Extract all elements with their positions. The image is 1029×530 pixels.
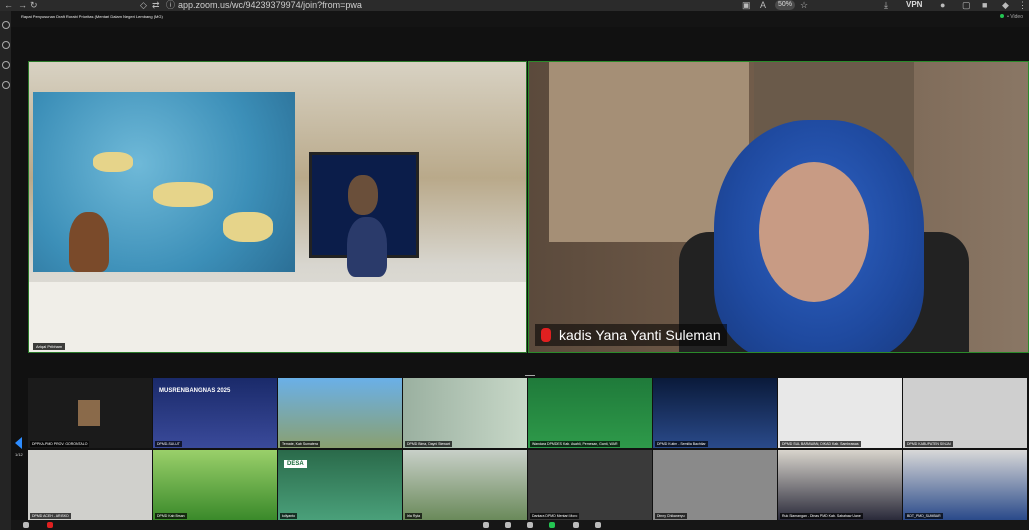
participants-icon[interactable] — [483, 522, 489, 528]
gallery-tile[interactable]: MUSRENBANGNAS 2025 DPMD-SULUT — [153, 378, 277, 448]
puzzle-icon[interactable]: ▢ — [962, 0, 971, 10]
chat-icon[interactable] — [505, 522, 511, 528]
prev-page-icon[interactable] — [15, 437, 22, 449]
meeting-title-bar: Rapat Penyusunan Draft Rorabi Prioritas … — [11, 11, 1029, 27]
zoom-level[interactable]: 50% — [775, 0, 795, 10]
shield-red-icon[interactable]: ◆ — [1002, 0, 1009, 10]
gallery-tile[interactable]: Ruk Slamangan - Dinas PMD Kab. Sabahaw U… — [778, 450, 902, 520]
gallery-grid: DPPKA-PMD PROV. GORONTALO MUSRENBANGNAS … — [28, 378, 1029, 520]
resize-handle[interactable] — [525, 375, 535, 376]
participant-person — [69, 212, 109, 272]
zoom-meeting-window: Rapat Penyusunan Draft Rorabi Prioritas … — [11, 11, 1029, 530]
site-info-icon[interactable]: ⓘ — [166, 0, 175, 10]
reload-icon[interactable]: ↻ — [30, 0, 38, 10]
gallery-tile[interactable]: DPMD ACEH - ARISKD — [28, 450, 152, 520]
gallery-tile[interactable]: Ternate, Kab Sumatera — [278, 378, 402, 448]
mic-muted-icon — [541, 328, 551, 342]
sidebar-icon[interactable] — [2, 41, 10, 49]
gallery-tile[interactable]: DPMD Kutim - Semilia Bachtiar — [653, 378, 777, 448]
gallery-tile[interactable]: DPPKA-PMD PROV. GORONTALO — [28, 378, 152, 448]
mic-icon[interactable] — [23, 522, 29, 528]
back-icon[interactable]: ← — [4, 0, 13, 10]
more-icon[interactable] — [595, 522, 601, 528]
video-tile-speaker[interactable]: kadis Yana Yanti Suleman — [528, 61, 1029, 353]
gallery-tile[interactable]: Wandara DPMDES Kab. Asahli, Pemesan, Gan… — [528, 378, 652, 448]
meeting-status: • Video — [1000, 14, 1023, 20]
install-icon[interactable]: ▣ — [742, 0, 751, 10]
download-icon[interactable]: ⤓ — [884, 0, 888, 10]
menu-icon[interactable]: ⋮ — [1018, 0, 1027, 10]
gallery-tile[interactable]: Irla Ryta — [403, 450, 527, 520]
gallery-tile[interactable]: Dantara DPMD Mentari Moro — [528, 450, 652, 520]
gallery-tile[interactable]: BDT_PMD_SUMBAR — [903, 450, 1027, 520]
meeting-title: Rapat Penyusunan Draft Rorabi Prioritas … — [21, 14, 163, 19]
apps-icon[interactable] — [573, 522, 579, 528]
address-bar[interactable]: app.zoom.us/wc/94239379974/join?from=pwa — [178, 0, 362, 10]
react-icon[interactable] — [527, 522, 533, 528]
gallery-tile[interactable]: DPMD KABUPATEN SINJAI — [903, 378, 1027, 448]
profile-icon[interactable]: ■ — [982, 0, 987, 10]
speaker-name: kadis Yana Yanti Suleman — [535, 324, 727, 346]
gallery-tile[interactable]: Dinny Chikaneryu — [653, 450, 777, 520]
vpn-button[interactable]: VPN — [906, 0, 922, 10]
participant-name: Ariqal Pribham — [33, 343, 66, 350]
meeting-toolbar — [11, 520, 1029, 530]
browser-sidebar — [0, 11, 11, 530]
sidebar-icon[interactable] — [2, 61, 10, 69]
participant-face — [759, 162, 869, 302]
share-screen-icon[interactable] — [549, 522, 555, 528]
gallery-tile[interactable]: DPMD SUL BARAWAN, DIKAD Kab. Sambrawas — [778, 378, 902, 448]
gallery-tile[interactable]: DESA kdlyanto — [278, 450, 402, 520]
gallery-tile[interactable]: DPMD Bima, Dayni Stewart — [403, 378, 527, 448]
extension-icon[interactable]: ● — [940, 0, 945, 10]
shield-icon[interactable]: ◇ — [140, 0, 147, 10]
gallery-tile[interactable]: DPMD Kab Brsan — [153, 450, 277, 520]
forward-icon[interactable]: → — [18, 0, 27, 10]
video-tile-conference-room[interactable]: Ariqal Pribham — [28, 61, 527, 353]
gallery-pager[interactable]: 1/12 — [15, 437, 23, 457]
translate-icon[interactable]: A — [760, 0, 766, 10]
camera-off-icon[interactable] — [47, 522, 53, 528]
browser-toolbar: ← → ↻ ◇ ⇄ ⓘ app.zoom.us/wc/94239379974/j… — [0, 0, 1029, 11]
sidebar-icon[interactable] — [2, 81, 10, 89]
tune-icon[interactable]: ⇄ — [152, 0, 160, 10]
desk — [29, 282, 526, 352]
participant-person — [347, 217, 387, 277]
secure-icon — [1000, 14, 1005, 18]
sidebar-icon[interactable] — [2, 21, 10, 29]
bookmark-star-icon[interactable]: ☆ — [800, 0, 808, 10]
